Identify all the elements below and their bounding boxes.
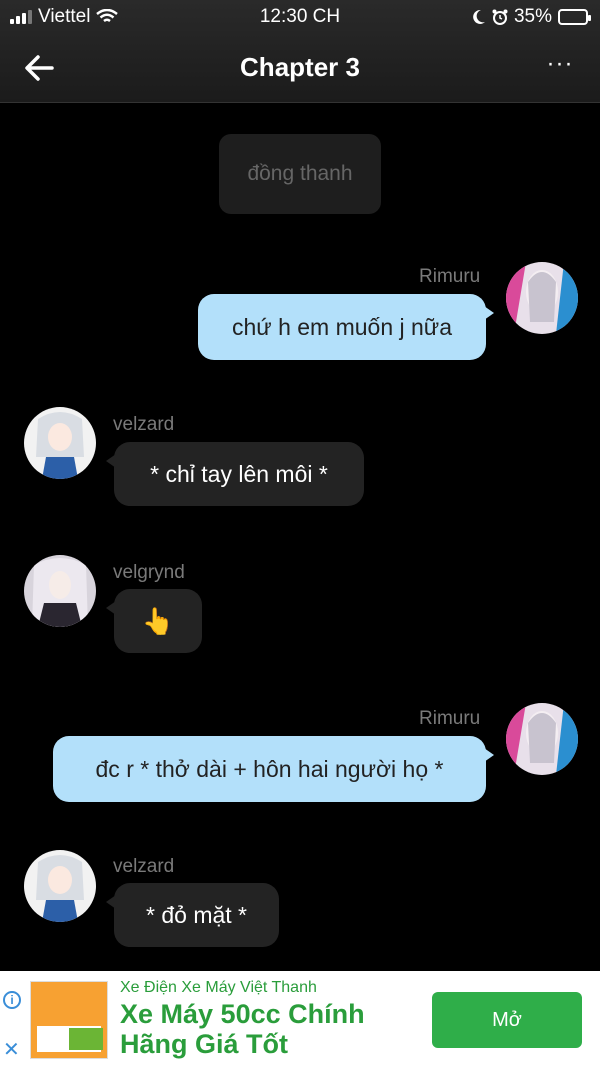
moon-icon xyxy=(473,9,485,24)
ad-image[interactable] xyxy=(30,981,108,1059)
ad-open-button[interactable]: Mở xyxy=(432,992,582,1048)
ad-close-icon[interactable]: ✕ xyxy=(3,1040,21,1061)
username-label: velzard xyxy=(113,414,175,435)
status-bar: Viettel 12:30 CH 35% xyxy=(0,0,600,34)
chat-bubble[interactable]: đc r * thở dài + hôn hai người họ * xyxy=(53,736,494,802)
ad-headline[interactable]: Xe Máy 50cc Chính Hãng Giá Tốt xyxy=(120,999,410,1059)
chat-bubble[interactable]: chứ h em muốn j nữa xyxy=(198,294,494,360)
narration-message: đồng thanh xyxy=(219,134,381,214)
username-label: velzard xyxy=(113,856,175,877)
ad-info-icon[interactable]: i xyxy=(3,991,21,1009)
ad-banner[interactable]: i ✕ Xe Điện Xe Máy Việt Thanh Xe Máy 50c… xyxy=(0,971,600,1067)
chat-bubble[interactable]: * đỏ mặt * xyxy=(106,883,279,947)
username-label: velgrynd xyxy=(113,562,185,583)
battery-percent: 35% xyxy=(513,6,552,27)
avatar[interactable] xyxy=(506,703,578,775)
chat-bubble[interactable]: 👆 xyxy=(106,589,202,653)
avatar[interactable] xyxy=(506,262,578,334)
avatar[interactable] xyxy=(24,850,96,922)
battery-icon xyxy=(558,9,591,25)
username-label: Rimuru xyxy=(419,266,481,287)
alarm-icon xyxy=(492,9,508,25)
more-dots-icon: ··· xyxy=(546,50,574,77)
username-label: Rimuru xyxy=(419,708,481,729)
more-options-button[interactable]: ··· xyxy=(542,50,578,86)
ad-source[interactable]: Xe Điện Xe Máy Việt Thanh xyxy=(120,979,317,997)
chat-bubble[interactable]: * chỉ tay lên môi * xyxy=(106,442,364,506)
top-bar: Viettel 12:30 CH 35% Chapter 3 ··· xyxy=(0,0,600,103)
avatar[interactable] xyxy=(24,555,96,627)
chat-header: Chapter 3 ··· xyxy=(0,40,600,96)
avatar[interactable] xyxy=(24,407,96,479)
page-title: Chapter 3 xyxy=(240,52,360,82)
